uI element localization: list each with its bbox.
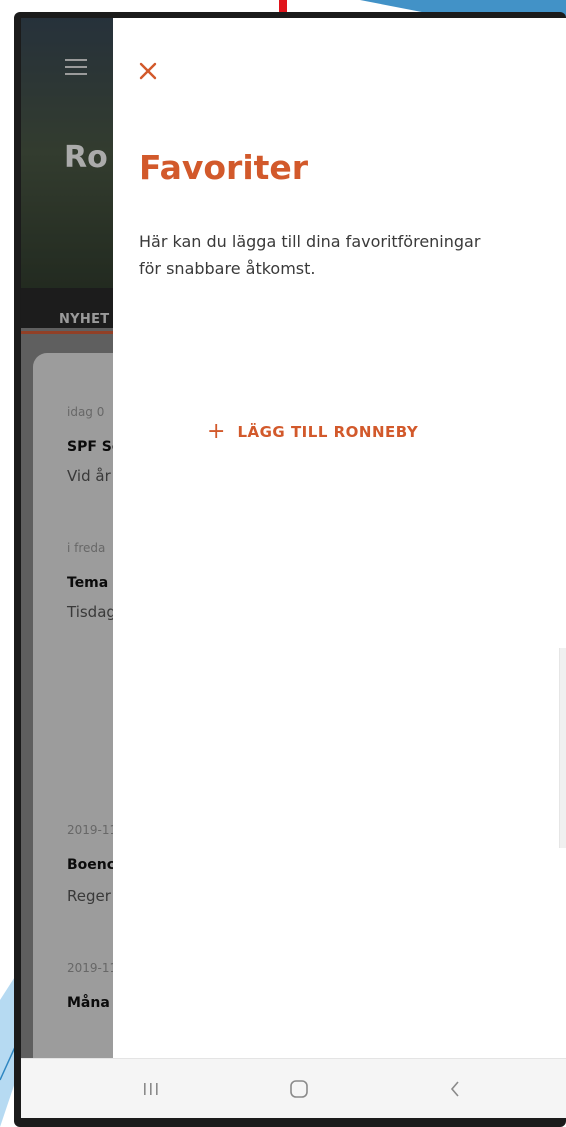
back-button[interactable] [425,1059,485,1118]
drawer-description: Här kan du lägga till dina favoritföreni… [139,232,481,278]
close-button[interactable] [135,58,161,84]
phone-screen: Ro NYHET idag 0 SPF Sc Vid år i freda Te… [21,18,566,1118]
add-favorite-label: LÄGG TILL RONNEBY [237,423,419,441]
home-icon [290,1080,308,1098]
recents-button[interactable] [121,1059,181,1118]
close-icon [139,62,157,80]
home-button[interactable] [269,1059,329,1118]
background-card-edge [559,648,566,848]
phone-frame: Ro NYHET idag 0 SPF Sc Vid år i freda Te… [14,12,566,1127]
system-nav-bar [21,1058,566,1118]
drawer-title: Favoriter [139,148,309,187]
recents-icon [144,1083,158,1095]
back-icon [450,1081,459,1097]
add-favorite-button[interactable]: + LÄGG TILL RONNEBY [207,408,497,456]
plus-icon: + [207,419,226,444]
